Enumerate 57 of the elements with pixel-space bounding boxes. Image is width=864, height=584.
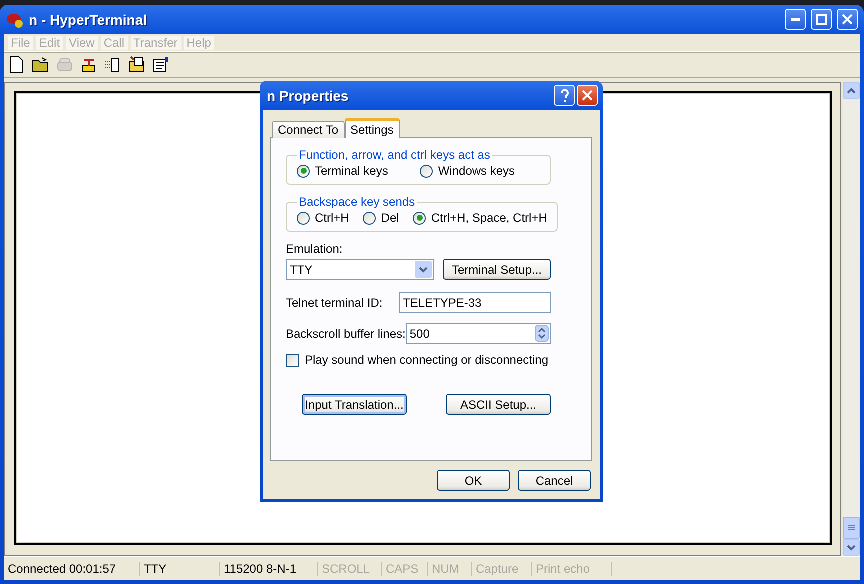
field-label: Telnet terminal ID:	[286, 296, 383, 310]
checkbox[interactable]	[286, 354, 299, 366]
ok-button[interactable]: OK	[437, 470, 510, 491]
status-text: 115200 8-N-1	[220, 562, 318, 576]
window-title: n - HyperTerminal	[29, 12, 148, 28]
radio-label: Del	[381, 211, 400, 225]
group-label: Function, arrow, and ctrl keys act as	[298, 148, 492, 162]
status-text: Connected 00:01:57	[4, 562, 140, 576]
scrollbar[interactable]	[843, 82, 860, 556]
status-text: TTY	[140, 562, 220, 576]
close-icon	[582, 90, 593, 101]
group-label: Backspace key sends	[298, 195, 416, 209]
tab[interactable]: Settings	[344, 118, 400, 138]
document-icon[interactable]	[8, 56, 26, 74]
field-label: Emulation:	[286, 242, 343, 256]
status-text: Print echo	[532, 562, 612, 576]
scroll-up-icon[interactable]	[847, 88, 856, 94]
send-file-icon[interactable]	[104, 56, 122, 74]
minimize-button[interactable]	[785, 9, 806, 30]
close-button[interactable]	[577, 85, 598, 106]
radio-button[interactable]	[413, 212, 426, 224]
emulation-dropdown[interactable]: TTY	[286, 259, 434, 280]
status-text: CAPS	[382, 562, 428, 576]
close-icon	[842, 14, 853, 25]
radio-button[interactable]	[363, 212, 376, 224]
dialog-title: n Properties	[267, 88, 350, 104]
folder-icon[interactable]	[32, 56, 50, 74]
status-text: Capture	[472, 562, 532, 576]
radio-label: Terminal keys	[315, 164, 388, 178]
radio-label: Ctrl+H, Space, Ctrl+H	[431, 211, 548, 225]
spinner-icon[interactable]	[534, 325, 548, 342]
maximize-icon	[816, 14, 827, 25]
status-text: NUM	[428, 562, 472, 576]
grip-icon[interactable]	[848, 524, 855, 532]
terminal-setup-button[interactable]: Terminal Setup...	[443, 259, 551, 280]
scroll-down-icon[interactable]	[847, 544, 856, 550]
input-field[interactable]: TELETYPE-33	[399, 292, 551, 313]
status-text: SCROLL	[318, 562, 382, 576]
close-button[interactable]	[837, 9, 858, 30]
dialog-button[interactable]: Input Translation...	[302, 394, 407, 415]
radio-button[interactable]	[297, 212, 310, 224]
maximize-button[interactable]	[811, 9, 832, 30]
spin-field[interactable]: 500	[406, 323, 551, 344]
tab[interactable]: Connect To	[272, 121, 344, 138]
cancel-button[interactable]: Cancel	[518, 470, 591, 491]
radio-label: Ctrl+H	[315, 211, 350, 225]
help-button[interactable]	[554, 85, 575, 106]
radio-label: Windows keys	[438, 164, 516, 178]
radio-button[interactable]	[420, 164, 434, 178]
field-label: Backscroll buffer lines:	[286, 326, 406, 340]
help-icon	[560, 89, 570, 102]
radio-button[interactable]	[297, 164, 310, 178]
checkbox-label: Play sound when connecting or disconnecting	[305, 353, 548, 367]
properties-icon[interactable]	[152, 56, 170, 74]
minimize-icon	[791, 18, 800, 21]
receive-file-icon[interactable]	[128, 56, 146, 74]
dialog-button[interactable]: ASCII Setup...	[446, 394, 551, 415]
